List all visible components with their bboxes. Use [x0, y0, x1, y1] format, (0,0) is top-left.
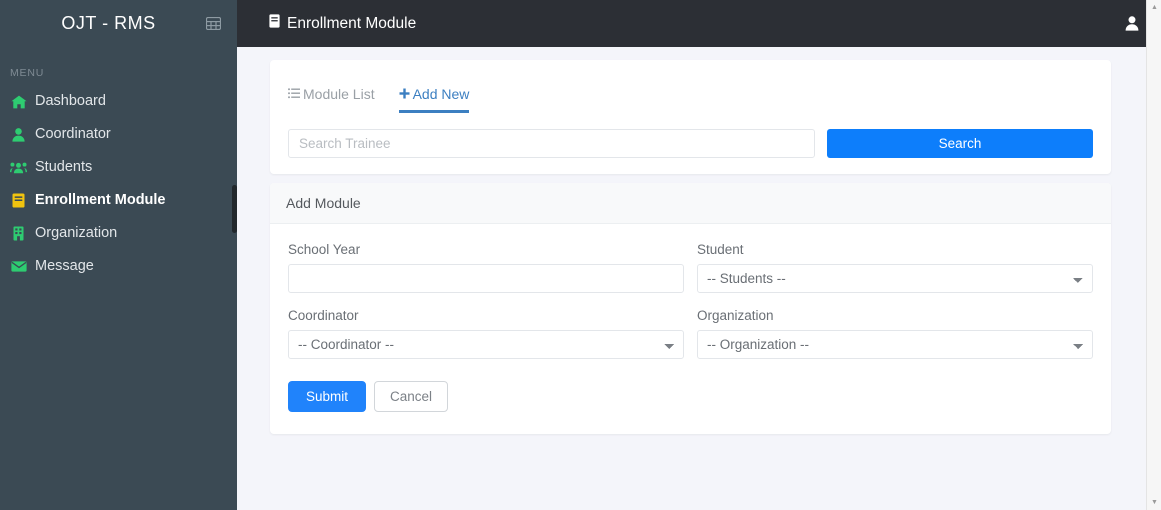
field-label: Coordinator — [288, 308, 359, 323]
sidebar-item-organization[interactable]: Organization — [0, 217, 237, 250]
sidebar-item-dashboard[interactable]: Dashboard — [0, 85, 237, 118]
add-module-panel: Add Module School Year Student -- Studen… — [270, 183, 1111, 434]
search-button[interactable]: Search — [827, 129, 1093, 158]
sidebar-item-students[interactable]: Students — [0, 151, 237, 184]
sidebar-item-coordinator[interactable]: Coordinator — [0, 118, 237, 151]
tabs-search-card: Module List Add New Search Trainee Searc… — [270, 60, 1111, 174]
sidebar-item-label: Enrollment Module — [35, 192, 166, 209]
list-icon — [288, 86, 300, 102]
search-input[interactable] — [288, 129, 815, 158]
student-select[interactable]: -- Students -- — [697, 264, 1093, 293]
field-label: Student — [697, 242, 744, 257]
field-student: Student -- Students -- — [695, 242, 1095, 293]
top-navbar: Enrollment Module — [237, 0, 1161, 47]
field-label: School Year — [288, 242, 361, 257]
envelope-icon — [10, 258, 27, 275]
sidebar-item-enrollment-module[interactable]: Enrollment Module — [0, 184, 237, 217]
tab-label: Module List — [303, 86, 375, 102]
brand-logo: OJT - RMS — [61, 13, 156, 33]
field-label: Organization — [697, 308, 774, 323]
page-title: Enrollment Module — [269, 14, 416, 33]
field-organization: Organization -- Organization -- — [695, 308, 1095, 359]
panel-body: School Year Student -- Students -- Coord… — [270, 224, 1111, 434]
sidebar-item-label: Organization — [35, 225, 118, 242]
form-actions: Submit Cancel — [286, 381, 1095, 412]
form-row-2: Coordinator -- Coordinator -- Organizati… — [286, 308, 1095, 359]
sidebar-item-message[interactable]: Message — [0, 250, 237, 283]
home-icon — [10, 93, 27, 110]
sidebar-header: OJT - RMS — [0, 0, 237, 47]
sidebar: OJT - RMS MENU Dashboard Coordinator Stu… — [0, 0, 237, 510]
building-icon — [10, 225, 27, 242]
coordinator-select[interactable]: -- Coordinator -- — [288, 330, 684, 359]
plus-icon — [399, 86, 410, 102]
scroll-down-arrow[interactable]: ▼ — [1147, 495, 1161, 510]
school-year-input[interactable] — [288, 264, 684, 293]
search-row: Search — [286, 129, 1095, 158]
user-icon[interactable] — [1125, 16, 1139, 31]
main-area: Enrollment Module Module List Add New Se… — [237, 0, 1161, 510]
user-icon — [10, 126, 27, 143]
app-root: OJT - RMS MENU Dashboard Coordinator Stu… — [0, 0, 1161, 510]
tab-label: Add New — [412, 86, 470, 102]
form-row-1: School Year Student -- Students -- — [286, 242, 1095, 293]
sidebar-item-label: Dashboard — [35, 93, 106, 110]
tab-module-list[interactable]: Module List — [288, 86, 375, 113]
menu-section-label: MENU — [10, 67, 45, 79]
panel-title: Add Module — [270, 183, 1111, 224]
tab-add-new[interactable]: Add New — [398, 86, 470, 113]
grid-icon[interactable] — [203, 14, 223, 34]
field-coordinator: Coordinator -- Coordinator -- — [286, 308, 686, 359]
scroll-up-arrow[interactable]: ▲ — [1147, 0, 1161, 15]
submit-button[interactable]: Submit — [288, 381, 367, 412]
book-icon — [269, 14, 280, 33]
page-scrollbar[interactable]: ▲ ▼ — [1146, 0, 1161, 510]
tab-bar: Module List Add New — [286, 86, 1095, 113]
field-school-year: School Year — [286, 242, 686, 293]
book-icon — [10, 192, 27, 209]
page-title-text: Enrollment Module — [287, 14, 417, 32]
sidebar-item-label: Coordinator — [35, 126, 111, 143]
sidebar-item-label: Message — [35, 258, 94, 275]
cancel-button[interactable]: Cancel — [374, 381, 449, 412]
users-icon — [10, 159, 27, 176]
content-area: Module List Add New Search Trainee Searc… — [237, 47, 1161, 434]
sidebar-item-label: Students — [35, 159, 93, 176]
organization-select[interactable]: -- Organization -- — [697, 330, 1093, 359]
